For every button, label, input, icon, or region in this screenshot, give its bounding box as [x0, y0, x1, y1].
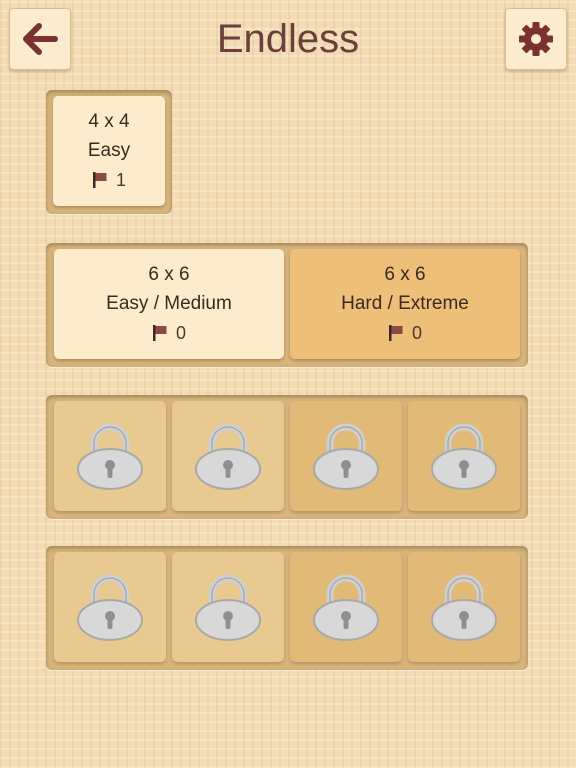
locked-level-tile[interactable]: [54, 552, 166, 662]
padlock-icon: [431, 574, 497, 641]
locked-level-tile[interactable]: [172, 552, 284, 662]
locked-level-tile[interactable]: [172, 401, 284, 511]
flag-icon: [388, 325, 403, 341]
padlock-icon: [195, 574, 261, 641]
level-difficulty: Hard / Extreme: [341, 293, 469, 314]
level-tile-4x4-easy[interactable]: 4 x 4 Easy 1: [53, 96, 165, 206]
level-tile-6x6-easy-medium[interactable]: 6 x 6 Easy / Medium 0: [54, 249, 284, 359]
level-group-8x8-locked: [46, 395, 528, 519]
level-group-6x6: 6 x 6 Easy / Medium 0 6 x 6 Hard / Extre…: [46, 243, 528, 367]
padlock-icon: [77, 574, 143, 641]
padlock-icon: [431, 423, 497, 490]
locked-level-tile[interactable]: [54, 401, 166, 511]
padlock-icon: [313, 423, 379, 490]
padlock-icon: [195, 423, 261, 490]
level-tile-6x6-hard-extreme[interactable]: 6 x 6 Hard / Extreme 0: [290, 249, 520, 359]
completed-count: 0: [411, 323, 422, 343]
padlock-icon: [77, 423, 143, 490]
locked-level-tile[interactable]: [408, 552, 520, 662]
locked-level-tile[interactable]: [290, 552, 402, 662]
locked-level-tile[interactable]: [290, 401, 402, 511]
gear-icon: [519, 22, 553, 56]
level-group-4x4: 4 x 4 Easy 1: [46, 90, 172, 214]
level-difficulty: Easy / Medium: [106, 293, 232, 314]
level-size: 6 x 6: [384, 264, 426, 285]
flag-icon: [152, 325, 167, 341]
padlock-icon: [313, 574, 379, 641]
level-size: 4 x 4: [88, 111, 130, 132]
completed-count: 1: [115, 170, 126, 190]
level-group-9x9-locked: [46, 546, 528, 670]
page-title: Endless: [216, 17, 360, 61]
level-size: 6 x 6: [148, 264, 190, 285]
flag-icon: [92, 172, 107, 188]
completed-count: 0: [175, 323, 186, 343]
level-difficulty: Easy: [87, 140, 131, 161]
locked-level-tile[interactable]: [408, 401, 520, 511]
settings-button[interactable]: [505, 8, 567, 70]
